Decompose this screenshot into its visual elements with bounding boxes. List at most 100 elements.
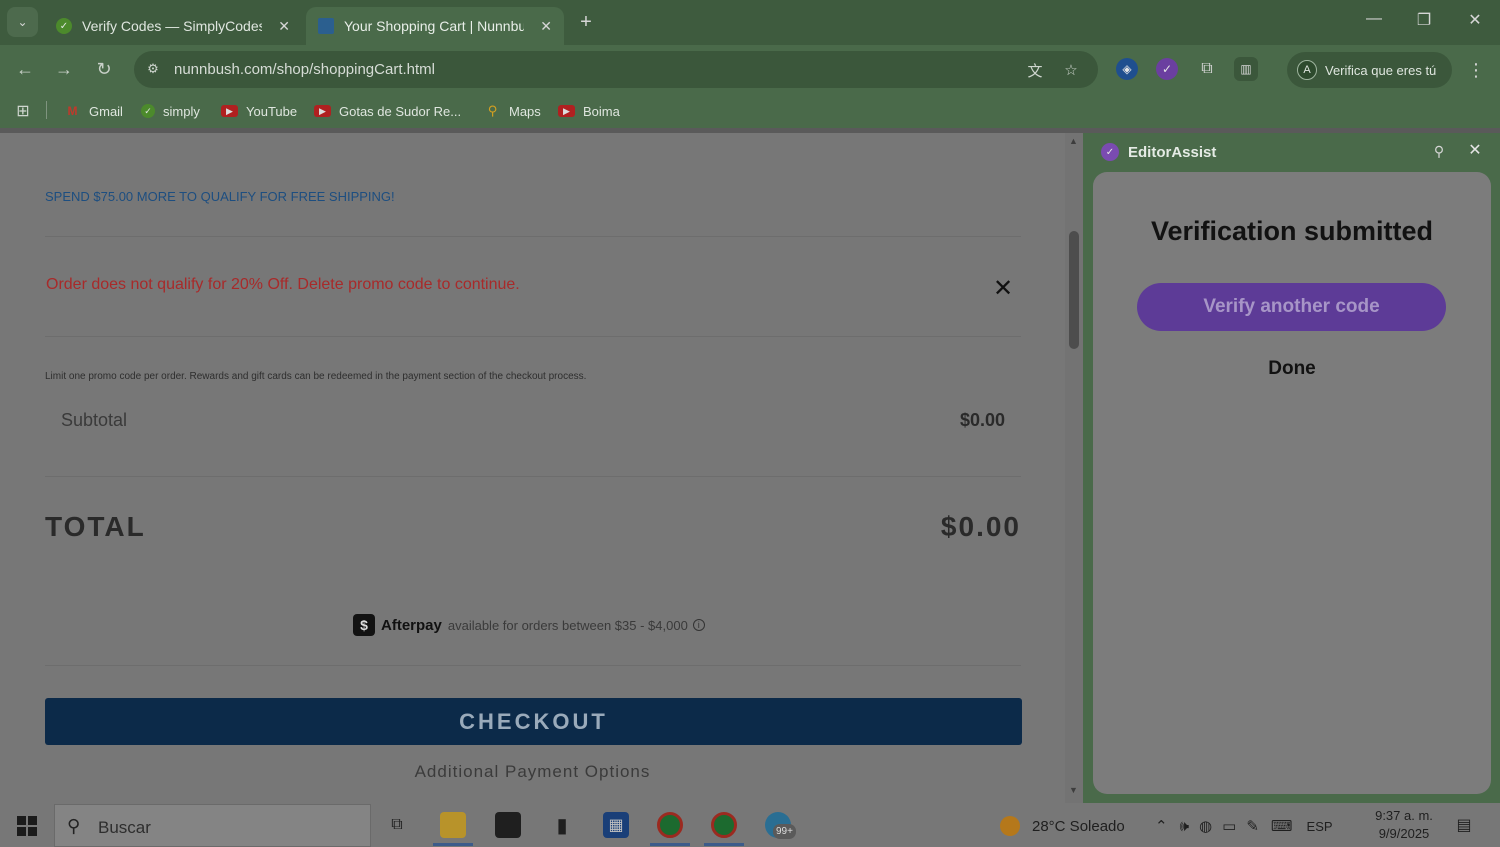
bookmark-youtube[interactable]: ▶ YouTube [221, 101, 297, 121]
unpin-icon[interactable]: ⚲ [1429, 141, 1449, 161]
close-tab-icon[interactable]: ✕ [278, 18, 290, 35]
maximize-button[interactable]: ❐ [1409, 10, 1439, 30]
arrow-right-icon: → [55, 58, 73, 79]
chrome-profile-m-icon[interactable] [657, 812, 683, 838]
taskbar-search-input[interactable]: ⚲ Buscar [54, 804, 371, 847]
youtube-icon: ▶ [558, 105, 575, 117]
divider [45, 336, 1021, 337]
editorassist-extension-icon[interactable]: ✓ [1156, 58, 1178, 80]
mouse-app-icon[interactable]: ▮ [549, 812, 575, 838]
reload-icon: ↻ [96, 58, 112, 79]
scrollbar-thumb[interactable] [1069, 231, 1079, 349]
simplycodes-icon: ✓ [141, 104, 155, 118]
page-scrollbar[interactable]: ▲ ▼ [1065, 133, 1083, 803]
translate-icon[interactable]: 文 [1025, 60, 1045, 80]
total-label: TOTAL [45, 511, 146, 542]
afterpay-logo-icon: $ [353, 614, 375, 636]
site-info-icon[interactable]: ⚙ [144, 60, 162, 78]
bookmark-simply[interactable]: ✓ simply [141, 101, 200, 121]
network-icon[interactable]: ▭ [1222, 817, 1236, 835]
shield-extension-icon[interactable]: ◈ [1116, 58, 1138, 80]
free-shipping-notice: SPEND $75.00 MORE TO QUALIFY FOR FREE SH… [45, 189, 395, 204]
back-button[interactable]: ← [13, 57, 37, 81]
total-value: $0.00 [940, 511, 1021, 542]
notifications-icon[interactable]: ▤ [1454, 815, 1474, 835]
chevron-up-icon[interactable]: ⌃ [1155, 817, 1168, 835]
pen-icon[interactable]: ✎ [1246, 817, 1259, 835]
simplycodes-icon: ✓ [56, 18, 72, 34]
active-indicator [650, 843, 690, 846]
browser-menu-button[interactable]: ⋮ [1464, 58, 1488, 82]
system-clock[interactable]: 9:37 a. m. 9/9/2025 [1373, 807, 1435, 843]
side-panel-icon[interactable]: ▥ [1234, 57, 1258, 81]
meeting-icon[interactable]: ◍ [1199, 817, 1212, 835]
profile-button[interactable]: A Verifica que eres tú [1287, 52, 1452, 88]
store-icon[interactable]: ▦ [603, 812, 629, 838]
scroll-up-icon[interactable]: ▲ [1069, 136, 1078, 146]
bookmark-label: Gmail [89, 103, 123, 119]
editorassist-logo-icon: ✓ [1101, 143, 1119, 161]
gmail-icon: M [67, 104, 78, 118]
youtube-icon: ▶ [314, 105, 331, 117]
extensions-puzzle-icon[interactable]: ⧉ [1196, 58, 1218, 80]
afterpay-info: $ Afterpay available for orders between … [353, 614, 705, 636]
notification-badge: 99+ [773, 824, 796, 839]
search-icon: ⚲ [67, 816, 81, 836]
promo-limit-note: Limit one promo code per order. Rewards … [45, 371, 587, 382]
tab-simplycodes[interactable]: ✓ Verify Codes — SimplyCodes ✕ [44, 7, 302, 45]
forward-button[interactable]: → [52, 57, 76, 81]
minimize-button[interactable]: — [1359, 10, 1389, 28]
checkout-button[interactable]: CHECKOUT [45, 698, 1022, 745]
apps-grid-icon[interactable]: ⊞ [14, 102, 32, 120]
bookmark-maps[interactable]: ⚲ Maps [484, 101, 541, 121]
verify-another-code-button[interactable]: Verify another code [1137, 283, 1446, 331]
verification-card: Verification submitted Verify another co… [1093, 172, 1491, 794]
weather-text: 28°C Soleado [1032, 817, 1125, 835]
close-window-button[interactable]: ✕ [1460, 10, 1490, 30]
reload-button[interactable]: ↻ [92, 57, 116, 81]
remove-promo-button[interactable]: ✕ [993, 274, 1013, 303]
clock-date: 9/9/2025 [1378, 826, 1430, 841]
url-text[interactable]: nunnbush.com/shop/shoppingCart.html [174, 61, 435, 78]
promo-error-message: Order does not qualify for 20% Off. Dele… [46, 276, 520, 293]
tab-shopping-cart[interactable]: Your Shopping Cart | Nunnbush ✕ [306, 7, 564, 45]
close-side-panel-button[interactable]: ✕ [1465, 140, 1485, 160]
afterpay-name: Afterpay [381, 616, 442, 634]
nunnbush-icon [318, 18, 334, 34]
chevron-down-icon: ⌄ [17, 15, 28, 29]
browser-toolbar: ← → ↻ ⚙ nunnbush.com/shop/shoppingCart.h… [0, 45, 1500, 93]
task-view-icon[interactable]: ⧉ [384, 812, 410, 838]
divider [45, 665, 1021, 666]
bookmark-label: Boima [583, 103, 620, 119]
chrome-profile-a-icon[interactable] [711, 812, 737, 838]
address-bar[interactable]: ⚙ nunnbush.com/shop/shoppingCart.html 文 … [134, 51, 1098, 88]
scroll-down-icon[interactable]: ▼ [1069, 785, 1078, 795]
info-icon[interactable]: i [692, 619, 705, 631]
subtotal-value: $0.00 [959, 410, 1005, 430]
bookmark-gmail[interactable]: M Gmail [64, 101, 123, 121]
weather-widget[interactable]: 28°C Soleado [1000, 816, 1125, 836]
close-icon: ✕ [1468, 142, 1482, 159]
avatar: A [1297, 60, 1317, 80]
bookmark-gotas-de-sudor[interactable]: ▶ Gotas de Sudor Re... [314, 101, 461, 121]
bookmark-label: simply [163, 103, 200, 119]
volume-icon[interactable]: 🕪 [1180, 818, 1189, 835]
windows-start-button[interactable] [17, 816, 37, 836]
clock-time: 9:37 a. m. [1375, 808, 1433, 823]
youtube-icon: ▶ [221, 105, 238, 117]
terminal-icon[interactable] [495, 812, 521, 838]
new-tab-button[interactable]: + [574, 10, 598, 34]
tab-search-button[interactable]: ⌄ [7, 7, 38, 37]
side-panel-title: EditorAssist [1128, 143, 1217, 161]
close-tab-icon[interactable]: ✕ [540, 18, 552, 35]
bookmark-boima[interactable]: ▶ Boima [558, 101, 620, 121]
editorassist-side-panel: ✓ EditorAssist ⚲ ✕ Verification submitte… [1083, 133, 1500, 803]
tab-title: Verify Codes — SimplyCodes [82, 18, 262, 34]
bookmark-star-icon[interactable]: ☆ [1061, 60, 1081, 80]
keyboard-icon[interactable]: ⌨ [1271, 817, 1293, 835]
done-button[interactable]: Done [1093, 358, 1491, 380]
language-indicator[interactable]: ESP [1307, 819, 1333, 834]
additional-payment-options[interactable]: Additional Payment Options [0, 762, 1065, 782]
subtotal-label: Subtotal [61, 410, 128, 430]
file-explorer-icon[interactable] [440, 812, 466, 838]
